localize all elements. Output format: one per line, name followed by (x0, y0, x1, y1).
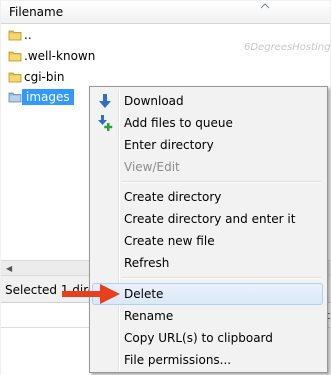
menu-item-create-directory[interactable]: Create directory (92, 186, 323, 208)
folder-icon (8, 92, 22, 103)
file-browser-window: Filename .. .well-known cgi-bin images 6… (0, 0, 331, 375)
pointer-arrow-icon (62, 284, 120, 304)
menu-item-label: Add files to queue (124, 116, 233, 130)
menu-item-label: Delete (124, 287, 164, 301)
menu-separator (121, 181, 321, 183)
menu-item-view-edit[interactable]: View/Edit (92, 156, 323, 178)
menu-item-label: View/Edit (124, 160, 180, 174)
menu-item-label: Refresh (124, 256, 170, 270)
menu-item-download[interactable]: Download (92, 90, 323, 112)
menu-item-rename[interactable]: Rename (92, 305, 323, 327)
folder-icon (8, 51, 22, 62)
file-name: images (22, 89, 74, 105)
menu-item-copy-url[interactable]: Copy URL(s) to clipboard (92, 327, 323, 349)
menu-item-label: Copy URL(s) to clipboard (124, 331, 273, 345)
file-name: .well-known (24, 49, 96, 63)
folder-icon (8, 72, 22, 83)
scroll-left-icon[interactable]: ◀ (6, 264, 12, 273)
menu-separator (121, 277, 321, 279)
menu-item-create-new-file[interactable]: Create new file (92, 230, 323, 252)
watermark-text: 6DegreesHosting (244, 42, 331, 53)
sort-ascending-icon (260, 3, 270, 9)
menu-item-label: File permissions... (124, 353, 232, 367)
menu-item-file-permissions[interactable]: File permissions... (92, 349, 323, 371)
menu-item-add-to-queue[interactable]: Add files to queue (92, 112, 323, 134)
list-item[interactable]: cgi-bin (1, 68, 330, 88)
menu-item-label: Create directory (124, 190, 222, 204)
menu-item-label: Enter directory (124, 138, 214, 152)
menu-item-label: Rename (124, 309, 174, 323)
folder-icon (8, 30, 22, 41)
file-name: cgi-bin (24, 70, 65, 84)
menu-item-create-directory-and-enter[interactable]: Create directory and enter it (92, 208, 323, 230)
download-icon (99, 94, 111, 108)
menu-item-delete[interactable]: Delete (92, 283, 323, 305)
column-header[interactable]: Filename (1, 1, 330, 24)
menu-item-enter-directory[interactable]: Enter directory (92, 134, 323, 156)
menu-item-label: Create directory and enter it (124, 212, 296, 226)
menu-item-refresh[interactable]: Refresh (92, 252, 323, 274)
filename-column-label: Filename (9, 5, 64, 19)
menu-item-label: Create new file (124, 234, 215, 248)
add-to-queue-icon (98, 115, 113, 131)
menu-item-label: Download (124, 94, 184, 108)
context-menu: Download Add files to queue Enter direct… (89, 86, 328, 373)
file-name: .. (24, 28, 32, 42)
